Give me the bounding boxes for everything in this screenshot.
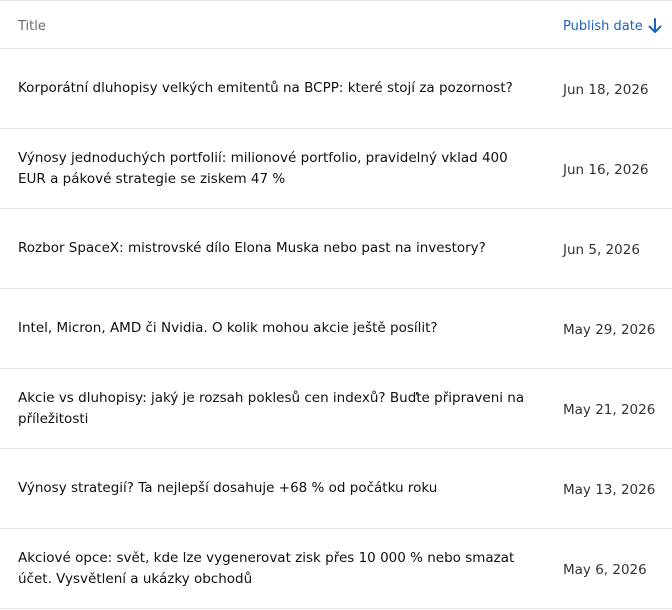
article-title-link[interactable]: Rozbor SpaceX: mistrovské dílo Elona Mus… [18, 238, 545, 259]
article-title-link[interactable]: Akciové opce: svět, kde lze vygenerovat … [18, 548, 545, 590]
publish-date-column-header: Publish date [545, 15, 672, 35]
title-header-label: Title [18, 19, 46, 34]
table-row: Akciové opce: svět, kde lze vygenerovat … [0, 529, 672, 609]
articles-table: Title Publish date Korporátní dluhopisy … [0, 0, 672, 609]
article-title-cell: Akciové opce: svět, kde lze vygenerovat … [0, 548, 545, 590]
publish-date-cell: Jun 16, 2026 [545, 159, 672, 178]
publish-date-text: Jun 5, 2026 [563, 242, 640, 258]
publish-date-text: Jun 16, 2026 [563, 162, 649, 178]
publish-date-text: May 29, 2026 [563, 322, 656, 338]
publish-date-cell: Jun 18, 2026 [545, 79, 672, 98]
publish-date-text: May 6, 2026 [563, 562, 647, 578]
publish-date-cell: May 6, 2026 [545, 559, 672, 578]
sort-by-publish-date-button[interactable]: Publish date [563, 18, 662, 34]
article-title-link[interactable]: Akcie vs dluhopisy: jaký je rozsah pokle… [18, 388, 545, 430]
publish-date-cell: Jun 5, 2026 [545, 239, 672, 258]
arrow-down-icon [648, 18, 662, 34]
publish-date-text: Jun 18, 2026 [563, 82, 649, 98]
article-title-cell: Výnosy jednoduchých portfolií: milionové… [0, 148, 545, 190]
table-row: Rozbor SpaceX: mistrovské dílo Elona Mus… [0, 209, 672, 289]
publish-date-cell: May 29, 2026 [545, 319, 672, 338]
article-title-cell: Akcie vs dluhopisy: jaký je rozsah pokle… [0, 388, 545, 430]
publish-date-cell: May 21, 2026 [545, 399, 672, 418]
article-title-link[interactable]: Výnosy jednoduchých portfolií: milionové… [18, 148, 545, 190]
article-title-link[interactable]: Korporátní dluhopisy velkých emitentů na… [18, 78, 545, 99]
table-row: Výnosy strategií? Ta nejlepší dosahuje +… [0, 449, 672, 529]
publish-date-text: May 21, 2026 [563, 402, 656, 418]
publish-date-cell: May 13, 2026 [545, 479, 672, 498]
article-title-link[interactable]: Intel, Micron, AMD či Nvidia. O kolik mo… [18, 318, 545, 339]
table-header: Title Publish date [0, 1, 672, 49]
table-row: Korporátní dluhopisy velkých emitentů na… [0, 49, 672, 129]
article-title-cell: Výnosy strategií? Ta nejlepší dosahuje +… [0, 478, 545, 499]
title-column-header: Title [0, 15, 545, 34]
article-title-cell: Intel, Micron, AMD či Nvidia. O kolik mo… [0, 318, 545, 339]
article-title-link[interactable]: Výnosy strategií? Ta nejlepší dosahuje +… [18, 478, 545, 499]
article-title-cell: Korporátní dluhopisy velkých emitentů na… [0, 78, 545, 99]
publish-date-header-label: Publish date [563, 18, 643, 34]
table-row: Výnosy jednoduchých portfolií: milionové… [0, 129, 672, 209]
table-row: Intel, Micron, AMD či Nvidia. O kolik mo… [0, 289, 672, 369]
article-title-cell: Rozbor SpaceX: mistrovské dílo Elona Mus… [0, 238, 545, 259]
publish-date-text: May 13, 2026 [563, 482, 656, 498]
table-row: Akcie vs dluhopisy: jaký je rozsah pokle… [0, 369, 672, 449]
